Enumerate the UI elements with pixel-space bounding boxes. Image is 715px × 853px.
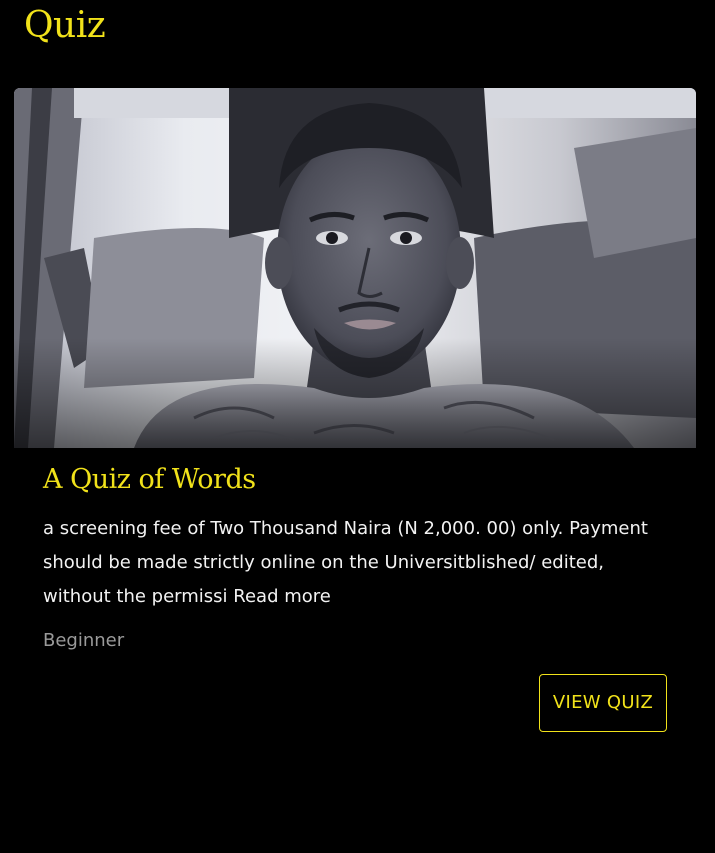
read-more-link[interactable]: Read more bbox=[233, 586, 331, 607]
quiz-cover-image[interactable] bbox=[14, 88, 696, 448]
cover-photo-illustration bbox=[14, 88, 696, 448]
quiz-description: a screening fee of Two Thousand Naira (N… bbox=[43, 512, 673, 614]
view-quiz-button[interactable]: VIEW QUIZ bbox=[539, 674, 667, 732]
quiz-title[interactable]: A Quiz of Words bbox=[43, 462, 256, 498]
page-title: Quiz bbox=[24, 5, 106, 46]
quiz-level-label: Beginner bbox=[43, 630, 125, 651]
quiz-description-text: a screening fee of Two Thousand Naira (N… bbox=[43, 518, 648, 607]
quiz-card bbox=[14, 88, 696, 448]
